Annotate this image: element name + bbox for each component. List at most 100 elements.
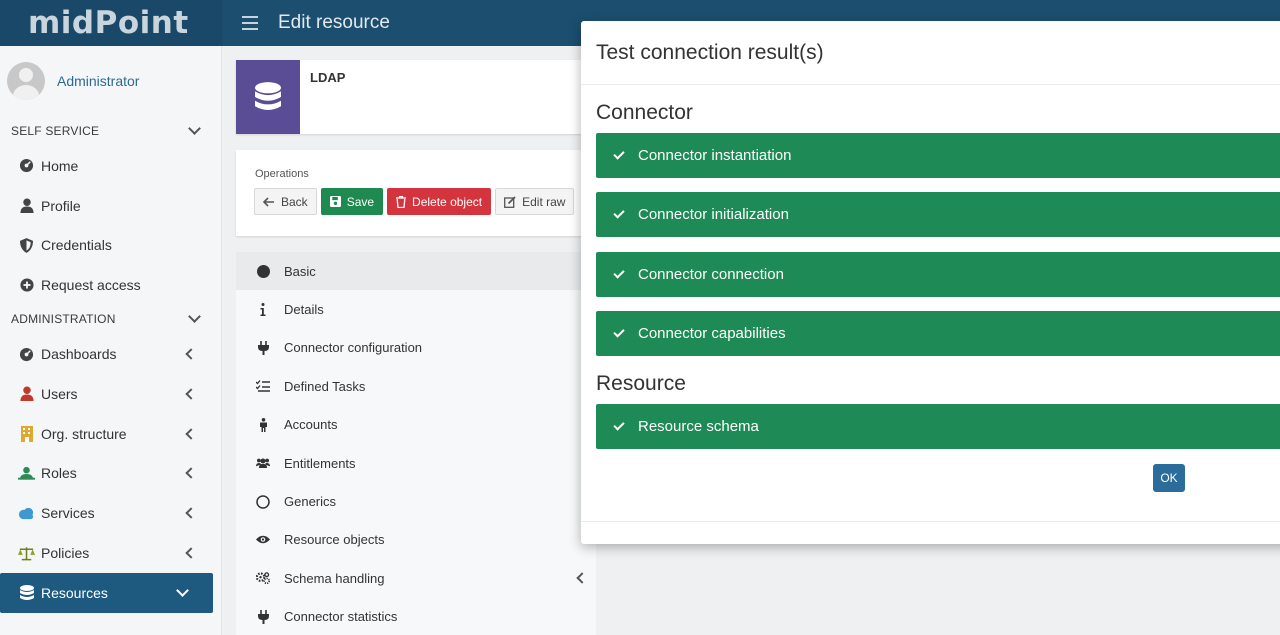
section-label: ADMINISTRATION [11,312,116,327]
modal-footer [581,521,1280,522]
user-name[interactable]: Administrator [57,73,139,89]
sidebar-item-profile[interactable]: Profile [0,186,221,226]
chevron-left-icon [185,388,197,400]
sidebar-item-label: Dashboards [41,346,117,363]
plus-circle-icon [18,277,35,294]
resource-menu: Basic Details Connector configuration De… [236,252,596,635]
sidebar-item-policies[interactable]: Policies [0,533,221,573]
dashboard-icon [18,346,35,363]
edit-raw-button[interactable]: Edit raw [495,188,575,215]
person-icon [256,417,270,432]
edit-raw-button-label: Edit raw [522,194,566,209]
sidebar-item-home[interactable]: Home [0,146,221,186]
section-label: SELF SERVICE [11,124,100,138]
chevron-left-icon [185,428,197,440]
circle-outline-icon [256,494,270,509]
delete-object-button[interactable]: Delete object [387,188,492,215]
dashboard-icon [18,157,35,174]
menu-item-basic[interactable]: Basic [236,252,596,291]
circle-icon [256,264,270,278]
sidebar-item-users[interactable]: Users [0,374,221,414]
result-label: Resource schema [638,418,759,435]
test-connection-modal: Test connection result(s) Connector Conn… [581,21,1280,544]
chevron-left-icon [185,547,197,559]
hamburger-menu-icon[interactable] [242,16,258,30]
result-connector-connection[interactable]: Connector connection [596,252,1280,297]
sidebar-item-label: Policies [41,545,90,562]
result-label: Connector initialization [638,206,789,223]
menu-item-label: Accounts [284,417,338,433]
chevron-down-icon [176,583,189,597]
sidebar-item-label: Org. structure [41,425,127,442]
menu-item-label: Generics [284,494,337,510]
save-icon [329,196,341,207]
result-connector-initialization[interactable]: Connector initialization [596,192,1280,237]
sidebar-item-label: Profile [41,197,81,214]
menu-item-connector-configuration[interactable]: Connector configuration [236,329,596,367]
sidebar-item-dashboards[interactable]: Dashboards [0,334,221,374]
sidebar-item-label: Roles [41,465,77,482]
arrow-left-icon [263,196,274,207]
sidebar-item-credentials[interactable]: Credentials [0,226,221,266]
menu-item-label: Basic [284,263,316,279]
menu-item-generics[interactable]: Generics [236,482,596,520]
operations-panel: Operations Back Save Delete object Edit … [236,150,596,236]
delete-button-label: Delete object [412,194,483,209]
menu-item-connector-statistics[interactable]: Connector statistics [236,598,596,635]
sidebar-item-roles[interactable]: Roles [0,454,221,494]
chevron-left-icon [185,507,197,519]
user-icon [18,197,35,214]
menu-item-entitlements[interactable]: Entitlements [236,444,596,482]
save-button-label: Save [346,194,375,209]
sidebar-item-label: Request access [41,277,141,294]
ok-button[interactable]: OK [1153,464,1185,492]
check-icon [613,147,625,160]
sidebar-item-label: Credentials [41,237,112,254]
tasks-icon [256,379,270,393]
trash-icon [396,195,407,208]
info-icon [256,303,270,317]
eye-icon [256,533,270,547]
menu-item-defined-tasks[interactable]: Defined Tasks [236,367,596,405]
cloud-icon [18,505,35,522]
modal-title: Test connection result(s) [581,21,1280,85]
resource-name: LDAP [310,70,346,85]
menu-item-schema-handling[interactable]: Schema handling [236,559,596,597]
avatar [7,62,45,100]
sidebar-item-org-structure[interactable]: Org. structure [0,414,221,454]
edit-icon [504,195,516,208]
check-icon [613,418,625,431]
menu-item-details[interactable]: Details [236,290,596,328]
sidebar-item-label: Resources [41,584,108,601]
sidebar-item-resources[interactable]: Resources [0,572,213,613]
check-icon [613,325,625,338]
result-resource-schema[interactable]: Resource schema [596,404,1280,449]
check-icon [613,206,625,219]
database-icon [18,584,35,601]
user-panel[interactable]: Administrator [0,46,221,116]
operations-label: Operations [255,168,309,180]
menu-item-label: Connector configuration [284,340,423,356]
midpoint-logo[interactable]: midPoint [0,0,222,46]
sidebar-item-request-access[interactable]: Request access [0,265,221,305]
result-connector-capabilities[interactable]: Connector capabilities [596,311,1280,356]
menu-item-label: Resource objects [284,532,385,548]
section-self-service[interactable]: SELF SERVICE [0,116,221,146]
result-connector-instantiation[interactable]: Connector instantiation [596,133,1280,178]
users-icon [256,456,270,470]
sidebar-item-services[interactable]: Services [0,493,221,533]
menu-item-accounts[interactable]: Accounts [236,406,596,444]
chevron-left-icon [185,467,197,480]
back-button[interactable]: Back [254,188,317,215]
result-label: Connector connection [638,266,784,283]
page-title: Edit resource [278,12,390,33]
save-button[interactable]: Save [320,188,384,215]
chevron-left-icon [576,572,588,584]
resource-summary-card: LDAP [236,60,596,134]
menu-item-label: Defined Tasks [284,378,366,394]
sidebar-item-label: Services [41,505,95,522]
section-administration[interactable]: ADMINISTRATION [0,304,221,334]
menu-item-resource-objects[interactable]: Resource objects [236,521,596,559]
sidebar: Administrator SELF SERVICE Home Profile … [0,46,222,635]
user-icon [18,385,35,402]
